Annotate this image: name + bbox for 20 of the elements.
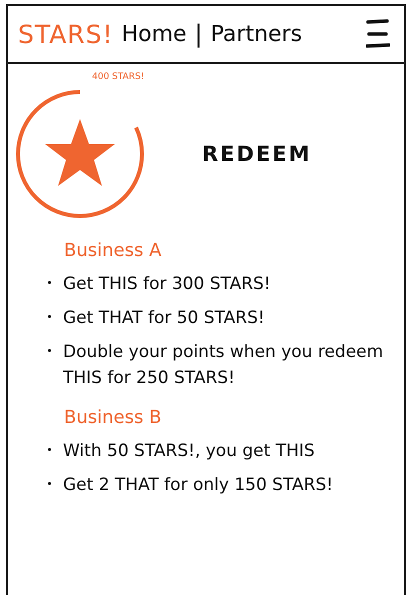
star-icon — [44, 118, 116, 188]
nav-link[interactable]: Home — [122, 22, 187, 46]
nav-link[interactable]: Partners — [210, 22, 302, 46]
business-heading: Business B — [64, 407, 162, 428]
offer-text: Get THIS for 300 STARS! — [63, 273, 271, 296]
offer-text: With 50 STARS!, you get THIS — [63, 440, 315, 463]
nav-separator: | — [194, 20, 203, 48]
bullet-dot — [48, 349, 51, 352]
bullet-dot — [48, 315, 51, 318]
page-title: REDEEM — [202, 142, 312, 166]
star-balance: 400 STARS! — [92, 72, 144, 82]
bullet-dot — [48, 448, 51, 451]
bullet-dot — [48, 281, 51, 284]
business-heading: Business A — [64, 240, 162, 261]
menu-icon[interactable] — [366, 19, 390, 49]
offer-text: Get THAT for 50 STARS! — [63, 307, 265, 330]
bullet-dot — [48, 482, 51, 485]
offer-text: Get 2 THAT for only 150 STARS! — [63, 474, 334, 497]
app-logo: STARS! — [18, 20, 114, 48]
offer-text: Double your points when you redeem THIS for 250 STARS! — [63, 341, 384, 390]
